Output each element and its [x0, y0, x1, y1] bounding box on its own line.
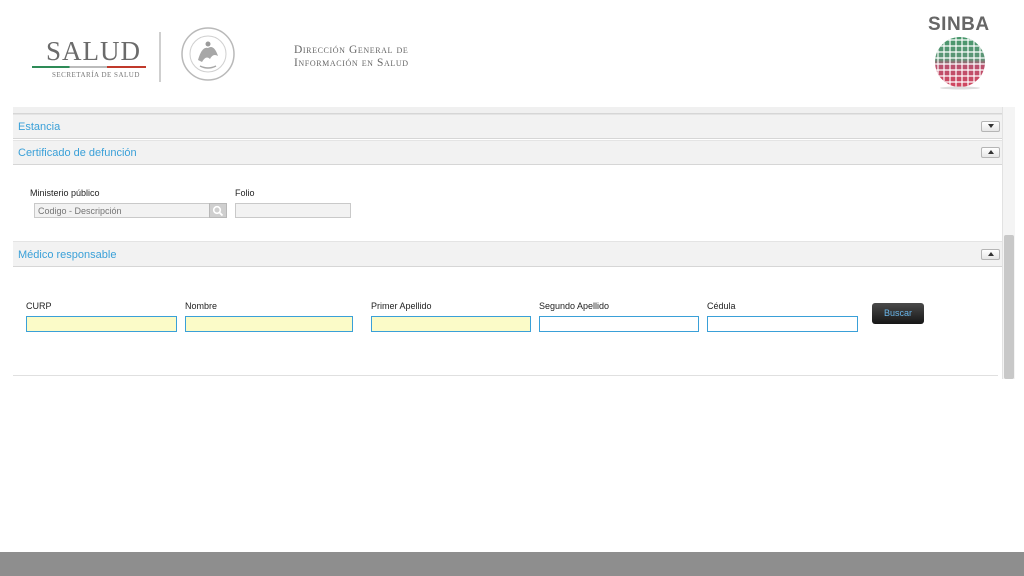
section-estancia[interactable]: Estancia [13, 114, 1002, 139]
nombre-input[interactable] [185, 316, 353, 332]
salud-logo: SALUD SECRETARÍA DE SALUD [32, 36, 148, 80]
buscar-button[interactable]: Buscar [872, 303, 924, 324]
primer-apellido-input[interactable] [371, 316, 531, 332]
page-header: SALUD SECRETARÍA DE SALUD Dirección Gene… [0, 0, 1024, 107]
sinba-logo-word: SINBA [928, 14, 990, 35]
chevron-down-icon [988, 124, 994, 128]
cedula-input[interactable] [707, 316, 858, 332]
ministerio-label: Ministerio público [30, 188, 100, 198]
national-seal-icon [181, 27, 235, 81]
medico-collapse-button[interactable] [981, 249, 1000, 260]
dgis-title-line2: Información en Salud [294, 57, 409, 69]
vertical-scrollbar[interactable] [1002, 107, 1015, 379]
section-certificado[interactable]: Certificado de defunción [13, 140, 1002, 165]
chevron-up-icon [988, 252, 994, 256]
dgis-title: Dirección General de Información en Salu… [294, 44, 409, 70]
curp-label: CURP [26, 301, 52, 311]
sinba-globe-icon [932, 34, 988, 90]
curp-input[interactable] [26, 316, 177, 332]
cedula-label: Cédula [707, 301, 736, 311]
segundo-apellido-input[interactable] [539, 316, 699, 332]
nombre-label: Nombre [185, 301, 218, 311]
chevron-up-icon [988, 150, 994, 154]
folio-label: Folio [235, 188, 255, 198]
scrollbar-thumb[interactable] [1004, 235, 1014, 379]
section-bottom-divider [13, 375, 998, 376]
certificado-collapse-button[interactable] [981, 147, 1000, 158]
ministerio-input[interactable] [34, 203, 210, 218]
section-medico[interactable]: Médico responsable [13, 241, 1002, 267]
page-footer [0, 552, 1024, 576]
primer-apellido-label: Primer Apellido [371, 301, 432, 311]
folio-input[interactable] [235, 203, 351, 218]
salud-logo-word: SALUD [46, 36, 142, 66]
section-medico-title: Médico responsable [18, 249, 117, 261]
ministerio-search-button[interactable] [209, 203, 227, 218]
salud-logo-subtitle: SECRETARÍA DE SALUD [52, 71, 140, 79]
estancia-expand-button[interactable] [981, 121, 1000, 132]
form-panel: Estancia Certificado de defunción Minist… [13, 107, 1002, 379]
section-estancia-title: Estancia [18, 121, 61, 133]
collapsed-section-stub [13, 107, 1002, 114]
section-certificado-title: Certificado de defunción [18, 147, 137, 159]
search-icon [212, 205, 224, 216]
salud-logo-line [32, 66, 146, 68]
segundo-apellido-label: Segundo Apellido [539, 301, 610, 311]
dgis-title-line1: Dirección General de [294, 44, 409, 56]
header-divider [159, 32, 161, 82]
